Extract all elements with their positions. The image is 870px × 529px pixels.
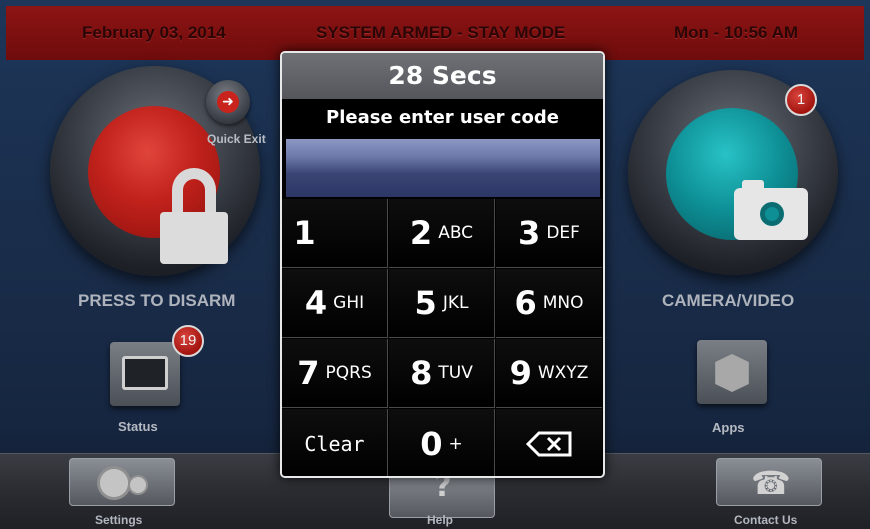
settings-button[interactable] bbox=[69, 458, 175, 506]
contact-us-button[interactable]: ☎ bbox=[716, 458, 822, 506]
key-4[interactable]: 4 GHI bbox=[282, 269, 388, 338]
backspace-icon bbox=[525, 431, 572, 457]
contact-us-label: Contact Us bbox=[734, 513, 798, 527]
key-1[interactable]: 1 bbox=[282, 199, 388, 268]
key-6[interactable]: 6 MNO bbox=[496, 269, 602, 338]
clear-key[interactable]: Clear bbox=[282, 409, 388, 476]
key-8[interactable]: 8 TUV bbox=[389, 339, 495, 408]
lock-icon bbox=[88, 106, 228, 264]
settings-label: Settings bbox=[95, 513, 143, 527]
key-7[interactable]: 7 PQRS bbox=[282, 339, 388, 408]
camera-notification-badge: 1 bbox=[785, 84, 817, 116]
status-notification-badge: 19 bbox=[172, 325, 204, 357]
key-9[interactable]: 9 WXYZ bbox=[496, 339, 602, 408]
gear-icon bbox=[100, 469, 128, 497]
quick-exit-label: Quick Exit bbox=[207, 132, 266, 146]
key-0[interactable]: 0 + bbox=[389, 409, 495, 476]
camera-icon bbox=[666, 108, 808, 240]
apps-button[interactable] bbox=[697, 340, 767, 404]
user-code-input[interactable] bbox=[286, 139, 600, 197]
countdown-timer: 28 Secs bbox=[282, 53, 603, 99]
key-3[interactable]: 3 DEF bbox=[496, 199, 602, 268]
running-man-icon: ➜ bbox=[217, 91, 239, 113]
date-text: February 03, 2014 bbox=[82, 23, 226, 42]
user-code-dialog: 28 Secs Please enter user code 1 2 ABC 3… bbox=[280, 51, 605, 478]
key-2[interactable]: 2 ABC bbox=[389, 199, 495, 268]
status-button[interactable] bbox=[110, 342, 180, 406]
small-gear-icon bbox=[130, 477, 146, 493]
dialog-prompt: Please enter user code bbox=[282, 99, 603, 137]
numeric-keypad: 1 2 ABC 3 DEF 4 GHI 5 JKL 6 MNO 7 PQRS 8… bbox=[282, 199, 603, 476]
quick-exit-button[interactable]: ➜ bbox=[206, 80, 250, 124]
apps-label: Apps bbox=[712, 420, 745, 435]
key-5[interactable]: 5 JKL bbox=[389, 269, 495, 338]
monitor-icon bbox=[122, 356, 168, 390]
disarm-label: PRESS TO DISARM bbox=[78, 291, 236, 310]
help-label: Help bbox=[427, 513, 454, 527]
phone-icon: ☎ bbox=[751, 464, 791, 502]
status-label: Status bbox=[118, 419, 158, 434]
camera-video-label: CAMERA/VIDEO bbox=[662, 291, 795, 310]
clock-text: Mon - 10:56 AM bbox=[674, 23, 799, 42]
box-icon bbox=[715, 354, 749, 392]
backspace-key[interactable] bbox=[496, 409, 602, 476]
